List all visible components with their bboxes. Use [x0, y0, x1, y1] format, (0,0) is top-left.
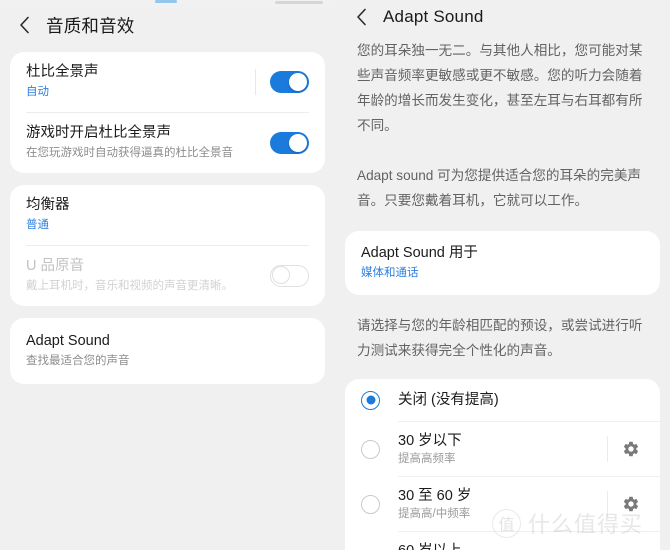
left-panel-sound-quality: 音质和音效 杜比全景声 自动 游戏时开启杜比全景声 在您玩游戏时自动获得逼真的杜…: [0, 0, 335, 550]
preset-row-under-30[interactable]: 30 岁以下 提高高频率: [345, 422, 660, 476]
row-equalizer[interactable]: 均衡器 普通: [10, 185, 325, 245]
preset-texts: 关闭 (没有提高): [398, 390, 646, 410]
preset-settings-area: [607, 491, 646, 517]
card-dolby: 杜比全景声 自动 游戏时开启杜比全景声 在您玩游戏时自动获得逼真的杜比全景音: [10, 52, 325, 173]
preset-sublabel: 提高高/中频率: [398, 508, 471, 520]
row-title: U 品原音: [26, 258, 84, 274]
row-texts: Adapt Sound 查找最适合您的声音: [26, 332, 309, 369]
card-adapt-sound-usage: Adapt Sound 用于 媒体和通话: [345, 231, 660, 295]
toggle-knob: [271, 266, 290, 284]
status-bar-sliver: [0, 0, 335, 8]
preset-texts: 30 岁以下 提高高频率: [398, 431, 607, 467]
preset-row-30-to-60[interactable]: 30 至 60 岁 提高高/中频率: [345, 477, 660, 531]
row-title: 杜比全景声: [26, 64, 99, 80]
row-dolby-gaming[interactable]: 游戏时开启杜比全景声 在您玩游戏时自动获得逼真的杜比全景音: [10, 113, 325, 173]
toggle-knob: [289, 72, 307, 91]
preset-texts: 60 岁以上 提高所有频率: [398, 541, 607, 550]
toggle-uhq-upscaler: [270, 264, 309, 287]
preset-label: 30 至 60 岁: [398, 488, 472, 504]
toggle-dolby-gaming[interactable]: [270, 131, 309, 154]
row-title: Adapt Sound: [26, 333, 110, 349]
intro-paragraph-2: Adapt sound 可为您提供适合您的耳朵的完美声音。只要您戴着耳机，它就可…: [357, 168, 642, 208]
intro-description: 您的耳朵独一无二。与其他人相比，您可能对某些声音频率更敏感或更不敏感。您的听力会…: [335, 32, 670, 231]
toggle-knob: [289, 133, 307, 152]
dual-panel-screenshot: 音质和音效 杜比全景声 自动 游戏时开启杜比全景声 在您玩游戏时自动获得逼真的杜…: [0, 0, 670, 550]
row-dolby-atmos[interactable]: 杜比全景声 自动: [10, 52, 325, 112]
row-subtitle: 在您玩游戏时自动获得逼真的杜比全景音: [26, 147, 233, 159]
card-preset-list: 关闭 (没有提高) 30 岁以下 提高高频率 30 至 60 岁 提高高/中频率: [345, 379, 660, 550]
vertical-divider: [255, 68, 256, 95]
radio-button-30-to-60[interactable]: [361, 494, 380, 514]
toggle-area: [256, 264, 309, 287]
card-equalizer-uhq: 均衡器 普通 U 品原音 戴上耳机时，音乐和视频的声音更清晰。: [10, 185, 325, 306]
row-subtitle: 自动: [26, 86, 49, 98]
preset-texts: 30 至 60 岁 提高高/中频率: [398, 486, 607, 522]
preset-label: 关闭 (没有提高): [398, 392, 499, 408]
row-texts: 游戏时开启杜比全景声 在您玩游戏时自动获得逼真的杜比全景音: [26, 124, 256, 161]
row-subtitle: 媒体和通话: [361, 267, 419, 279]
card-adapt-sound: Adapt Sound 查找最适合您的声音: [10, 318, 325, 384]
row-texts: 均衡器 普通: [26, 196, 309, 233]
vertical-divider: [607, 436, 608, 462]
row-title: 游戏时开启杜比全景声: [26, 125, 171, 141]
vertical-divider: [607, 546, 608, 550]
preset-settings-area: [607, 436, 646, 462]
toggle-area: [241, 68, 309, 95]
toggle-dolby-atmos[interactable]: [270, 70, 309, 93]
row-title: 均衡器: [26, 197, 70, 213]
status-bar-indicator: [155, 0, 177, 3]
toggle-area: [256, 131, 309, 154]
radio-button-under-30[interactable]: [361, 439, 380, 459]
intro-paragraph-1: 您的耳朵独一无二。与其他人相比，您可能对某些声音频率更敏感或更不敏感。您的听力会…: [357, 43, 643, 133]
right-panel-adapt-sound: Adapt Sound 您的耳朵独一无二。与其他人相比，您可能对某些声音频率更敏…: [335, 0, 670, 550]
vertical-divider: [607, 491, 608, 517]
row-adapt-sound[interactable]: Adapt Sound 查找最适合您的声音: [10, 318, 325, 384]
row-subtitle: 查找最适合您的声音: [26, 355, 130, 367]
row-texts: U 品原音 戴上耳机时，音乐和视频的声音更清晰。: [26, 257, 256, 294]
chevron-left-icon[interactable]: [14, 15, 34, 35]
preset-settings-area: [607, 546, 646, 550]
row-adapt-sound-used-for[interactable]: Adapt Sound 用于 媒体和通话: [345, 231, 660, 295]
chevron-left-icon[interactable]: [351, 7, 371, 27]
row-texts: 杜比全景声 自动: [26, 63, 241, 100]
row-texts: Adapt Sound 用于 媒体和通话: [361, 244, 644, 281]
preset-sublabel: 提高高频率: [398, 453, 456, 465]
left-header: 音质和音效: [0, 8, 335, 42]
gear-icon[interactable]: [622, 440, 640, 458]
right-header: Adapt Sound: [335, 2, 670, 32]
gear-icon[interactable]: [622, 495, 640, 513]
page-title: Adapt Sound: [383, 7, 484, 26]
row-subtitle: 戴上耳机时，音乐和视频的声音更清晰。: [26, 280, 233, 292]
preset-row-off[interactable]: 关闭 (没有提高): [345, 379, 660, 421]
preset-help-text: 请选择与您的年龄相匹配的预设，或尝试进行听力测试来获得完全个性化的声音。: [335, 295, 670, 379]
preset-label: 60 岁以上: [398, 541, 607, 550]
row-title: Adapt Sound 用于: [361, 245, 478, 261]
page-title: 音质和音效: [46, 15, 135, 36]
help-paragraph: 请选择与您的年龄相匹配的预设，或尝试进行听力测试来获得完全个性化的声音。: [357, 318, 643, 358]
radio-button-off[interactable]: [361, 390, 380, 410]
preset-label: 30 岁以下: [398, 433, 462, 449]
status-bar-right-icons: [275, 1, 323, 4]
preset-row-over-60[interactable]: 60 岁以上 提高所有频率: [345, 532, 660, 550]
row-uhq-upscaler: U 品原音 戴上耳机时，音乐和视频的声音更清晰。: [10, 246, 325, 306]
row-subtitle: 普通: [26, 219, 49, 231]
